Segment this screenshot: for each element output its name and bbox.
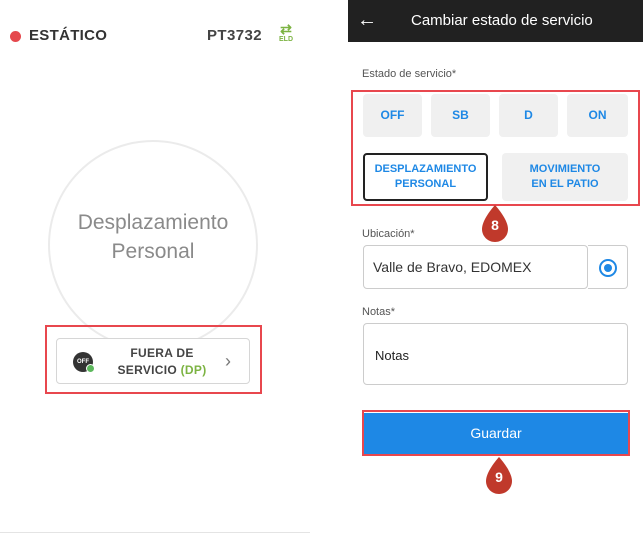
use-gps-location-toggle[interactable] bbox=[588, 245, 628, 289]
yard-move-line2: EN EL PATIO bbox=[531, 178, 599, 190]
step-marker-9-label: 9 bbox=[495, 469, 503, 485]
off-duty-line1: FUERA DE bbox=[130, 346, 194, 360]
status-dot-icon bbox=[10, 31, 21, 42]
chevron-right-icon: › bbox=[225, 351, 231, 371]
status-option-yard-move[interactable]: MOVIMIENTO EN EL PATIO bbox=[502, 153, 628, 201]
sync-arrows-icon: ⇄ bbox=[280, 21, 292, 37]
status-indicator-dot bbox=[86, 364, 95, 373]
gps-radio-icon bbox=[599, 259, 617, 277]
status-option-on[interactable]: ON bbox=[567, 94, 628, 137]
location-input[interactable]: Valle de Bravo, EDOMEX bbox=[363, 245, 588, 289]
step-marker-8: 8 bbox=[480, 205, 510, 243]
off-duty-card-label: FUERA DE SERVICIO (DP) bbox=[107, 345, 217, 379]
notes-input[interactable]: Notas bbox=[363, 323, 628, 385]
step-marker-8-label: 8 bbox=[491, 217, 499, 233]
off-duty-line2: SERVICIO (DP) bbox=[107, 362, 217, 379]
step-marker-9: 9 bbox=[484, 457, 514, 495]
location-input-value: Valle de Bravo, EDOMEX bbox=[373, 259, 532, 275]
bottom-divider bbox=[0, 532, 310, 533]
eld-sync-icon[interactable]: ⇄ ELD bbox=[276, 22, 296, 48]
yard-move-line1: MOVIMIENTO bbox=[529, 163, 601, 175]
vehicle-status-label: ESTÁTICO bbox=[29, 27, 108, 44]
truck-id-label: PT3732 bbox=[207, 27, 262, 44]
status-option-personal-conveyance[interactable]: DESPLAZAMIENTO PERSONAL bbox=[363, 153, 488, 201]
duty-status-label: Desplazamiento Personal bbox=[48, 208, 258, 266]
duty-status-line1: Desplazamiento bbox=[77, 211, 229, 234]
off-duty-line2-prefix: SERVICIO bbox=[117, 363, 181, 377]
status-option-off[interactable]: OFF bbox=[363, 94, 422, 137]
save-button[interactable]: Guardar bbox=[364, 413, 628, 454]
back-arrow-icon[interactable]: ← bbox=[357, 8, 377, 32]
status-option-d[interactable]: D bbox=[499, 94, 558, 137]
duty-status-line2: Personal bbox=[111, 240, 195, 263]
header-bar: ← Cambiar estado de servicio bbox=[348, 0, 643, 42]
page-title: Cambiar estado de servicio bbox=[411, 12, 593, 29]
status-option-sb[interactable]: SB bbox=[431, 94, 490, 137]
change-duty-status-button[interactable]: OFF FUERA DE SERVICIO (DP) › bbox=[56, 338, 250, 384]
location-field-label: Ubicación* bbox=[362, 228, 415, 240]
personal-conveyance-line1: DESPLAZAMIENTO bbox=[374, 163, 477, 175]
notes-field-label: Notas* bbox=[362, 306, 396, 318]
eld-label: ELD bbox=[279, 36, 293, 43]
notes-input-value: Notas bbox=[375, 348, 409, 363]
driver-status-screen: ESTÁTICO PT3732 ⇄ ELD Desplazamiento Per… bbox=[0, 0, 310, 535]
change-status-screen: ← Cambiar estado de servicio Estado de s… bbox=[348, 0, 643, 535]
personal-conveyance-line2: PERSONAL bbox=[394, 178, 457, 190]
dp-tag: (DP) bbox=[180, 363, 207, 377]
status-field-label: Estado de servicio* bbox=[362, 68, 457, 80]
off-status-icon: OFF bbox=[73, 352, 95, 373]
